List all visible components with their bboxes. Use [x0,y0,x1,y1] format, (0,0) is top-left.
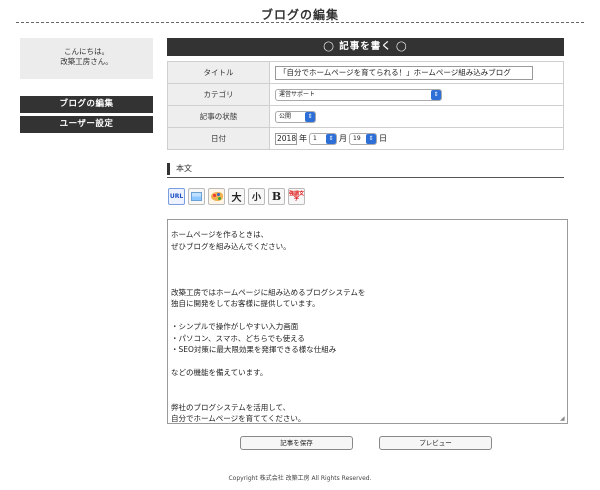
status-select[interactable]: 公開 ⇕ [275,110,316,123]
body-text-line [171,275,567,287]
status-label: 記事の状態 [167,105,270,128]
body-text-line: ぜひブログを組み込んでください。 [171,241,291,251]
emphasis-icon[interactable]: 強調文字 [288,188,305,205]
bold-icon[interactable]: B [268,188,285,205]
title-input[interactable]: 「自分でホームページを育てられる！」ホームページ組み込みブログ [275,65,533,80]
resize-handle-icon[interactable]: ◢ [560,416,566,422]
category-select[interactable]: 運営サポート ⇕ [275,88,442,101]
category-select-value: 運営サポート [279,90,316,98]
preview-button[interactable]: プレビュー [379,436,492,450]
body-text-line: 弊社のブログシステムを活用して、 [171,402,291,412]
day-select[interactable]: 19 ⇕ [349,132,377,145]
form-header: ◯ 記事を書く ◯ [167,38,564,56]
date-row: 日付 2018 年 1 ⇕ 月 19 ⇕ 日 [167,127,564,150]
sidebar-item-user-settings[interactable]: ユーザー設定 [20,116,153,133]
body-section-label: 本文 [176,164,192,173]
body-text-line: ・SEO対策に最大限効果を発揮できる様な仕組み [171,345,337,354]
select-arrows-icon: ⇕ [305,111,315,122]
year-unit: 年 [299,134,307,143]
status-select-value: 公開 [279,112,292,120]
color-palette-icon[interactable] [208,188,225,205]
body-text-line: などの機能を備えています。 [171,368,268,377]
body-text-line [171,264,567,276]
body-text-line: 自分でホームページを育ててください。 [171,414,306,423]
body-text-line [171,390,567,402]
day-unit: 日 [379,134,387,143]
body-text-line [171,379,567,391]
sidebar-item-blog-edit[interactable]: ブログの編集 [20,96,153,113]
article-form-table: タイトル 「自分でホームページを育てられる！」ホームページ組み込みブログ カテゴ… [167,61,564,150]
body-text-line: ・パソコン、スマホ、どちらでも使える [171,333,305,343]
greeting-line: こんにちは。 [64,47,109,56]
large-text-icon[interactable]: 大 [228,188,245,205]
select-arrows-icon: ⇕ [366,133,376,144]
save-button[interactable]: 記事を保存 [240,436,353,450]
month-unit: 月 [339,134,347,143]
title-label: タイトル [167,61,270,84]
copyright-text: Copyright 株式会社 改築工房 All Rights Reserved. [228,475,372,482]
body-text-line [171,356,567,368]
title-divider [16,22,584,23]
select-arrows-icon: ⇕ [326,133,336,144]
month-select-value: 1 [313,134,317,142]
day-select-value: 19 [353,134,361,142]
body-text-line: 改築工房ではホームページに組み込めるブログシステムを [171,287,366,297]
month-select[interactable]: 1 ⇕ [309,132,337,145]
editor-toolbar: URL 大 小 B 強調文字 [168,188,308,205]
body-text-line [171,252,567,264]
body-section-header: 本文 [167,160,564,178]
category-label: カテゴリ [167,83,270,106]
status-row: 記事の状態 公開 ⇕ [167,105,564,128]
title-row: タイトル 「自分でホームページを育てられる！」ホームページ組み込みブログ [167,61,564,84]
image-insert-icon[interactable] [188,188,205,205]
body-text: ホームページを作るときは、ぜひブログを組み込んでください。改築工房ではホームペー… [171,229,567,423]
body-textarea[interactable]: ホームページを作るときは、ぜひブログを組み込んでください。改築工房ではホームペー… [167,219,568,424]
body-text-line: ホームページを作るときは、 [171,230,269,239]
body-text-line: 独自に開発をしてお客様に提供しています。 [171,299,320,308]
greeting-box: こんにちは。 改築工房さん。 [20,38,153,79]
year-input[interactable]: 2018 [275,132,297,145]
date-fields: 2018 年 1 ⇕ 月 19 ⇕ 日 [275,132,563,145]
select-arrows-icon: ⇕ [431,89,441,100]
body-text-line: ・シンプルで操作がしやすい入力画面 [171,322,299,331]
section-marker [167,163,170,175]
small-text-icon[interactable]: 小 [248,188,265,205]
sidebar-menu: ブログの編集 ユーザー設定 [20,96,153,136]
date-label: 日付 [167,127,270,150]
greeting-user: 改築工房さん。 [60,57,113,66]
url-link-icon[interactable]: URL [168,188,185,205]
category-row: カテゴリ 運営サポート ⇕ [167,83,564,106]
page-title: ブログの編集 [260,8,339,22]
body-text-line [171,310,567,322]
